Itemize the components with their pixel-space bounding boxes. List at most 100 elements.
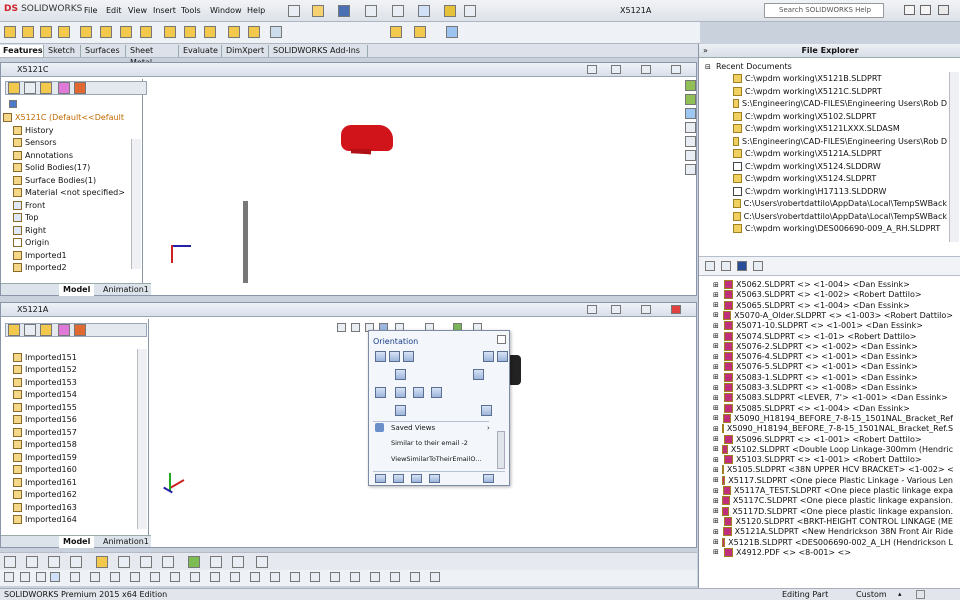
vault-file-row[interactable]: ⊞ X5096.SLDPRT <> <1-001> <Robert Dattilo…: [713, 434, 953, 444]
view-front-icon[interactable]: [375, 351, 386, 362]
expand-icon[interactable]: ⊞: [713, 548, 721, 556]
vault-file-row[interactable]: ⊞ X5071-10.SLDPRT <> <1-001> <Dan Essink>: [713, 321, 953, 331]
vault-file-row[interactable]: ⊞ X5121B.SLDPRT <DES006690-002_A_LH (Hend…: [713, 537, 953, 547]
normal-to-icon[interactable]: [481, 405, 492, 416]
tree-item-material[interactable]: Material <not specified>: [13, 186, 125, 198]
sweep-icon[interactable]: [40, 26, 52, 38]
view-back-side-icon[interactable]: [431, 387, 442, 398]
vault-file-row[interactable]: ⊞ X5117C.SLDPRT <One piece plastic linkag…: [713, 496, 953, 506]
two-view-horizontal-icon[interactable]: [393, 474, 404, 483]
vault-file-row[interactable]: ⊞ X5083-1.SLDPRT <> <1-001> <Dan Essink>: [713, 372, 953, 382]
recent-item[interactable]: C:\Users\robertdattilo\AppData\Local\Tem…: [733, 212, 947, 221]
vault-file-row[interactable]: ⊞ X5117.SLDPRT <One piece Plastic Linkage…: [713, 475, 953, 485]
viewport-top-maximize-icon[interactable]: [641, 65, 651, 74]
expand-icon[interactable]: ⊞: [713, 373, 721, 381]
viewport-bottom-restore-icon[interactable]: [611, 305, 621, 314]
expand-icon[interactable]: ⊞: [713, 414, 720, 422]
units-chevron-icon[interactable]: ▴: [898, 590, 902, 598]
menu-tools[interactable]: Tools: [181, 6, 201, 15]
open-document-icon[interactable]: [312, 5, 324, 17]
expand-icon[interactable]: ⊞: [713, 404, 721, 412]
vault-file-row[interactable]: ⊞ X5076-4.SLDPRT <> <1-001> <Dan Essink>: [713, 352, 953, 362]
tree-item-imported159[interactable]: Imported159: [13, 451, 77, 463]
vault-file-row[interactable]: ⊞ X5076-5.SLDPRT <> <1-001> <Dan Essink>: [713, 362, 953, 372]
rebuild-icon[interactable]: [444, 5, 456, 17]
loft-icon[interactable]: [58, 26, 70, 38]
new-document-icon[interactable]: [288, 5, 300, 17]
expand-icon[interactable]: ⊞: [713, 384, 721, 392]
menu-view[interactable]: View: [128, 6, 147, 15]
shell-icon[interactable]: [204, 26, 216, 38]
recent-item[interactable]: C:\wpdm working\X5102.SLDPRT: [733, 112, 947, 121]
filter-icon[interactable]: [9, 99, 17, 108]
tree-item-top-plane[interactable]: Top: [13, 211, 39, 223]
extruded-cut-icon[interactable]: [80, 26, 92, 38]
tab-addins[interactable]: SOLIDWORKS Add-Ins: [270, 45, 368, 57]
menu-insert[interactable]: Insert: [153, 6, 176, 15]
menu-edit[interactable]: Edit: [106, 6, 122, 15]
rebuild-status-icon[interactable]: [916, 590, 925, 599]
manager-tabs-bottom[interactable]: [5, 323, 147, 337]
pin-icon[interactable]: [483, 351, 494, 362]
tree-item-imported153[interactable]: Imported153: [13, 376, 77, 388]
viewport-bottom-close-icon[interactable]: [671, 305, 681, 314]
tree-item-imported162[interactable]: Imported162: [13, 488, 77, 500]
maximize-button[interactable]: [920, 5, 931, 15]
orientation-scrollbar[interactable]: [497, 431, 505, 469]
save-icon[interactable]: [338, 5, 350, 17]
saved-views-label[interactable]: Saved Views: [391, 424, 435, 432]
options-icon[interactable]: [464, 5, 476, 17]
view-right-side-icon[interactable]: [413, 387, 424, 398]
extruded-boss-icon[interactable]: [4, 26, 16, 38]
recent-item[interactable]: C:\wpdm working\H17113.SLDDRW: [733, 187, 947, 196]
vault-file-row[interactable]: ⊞ X5076-2.SLDPRT <> <1-002> <Dan Essink>: [713, 341, 953, 351]
vault-file-list[interactable]: ⊞ X5062.SLDPRT <> <1-004> <Dan Essink> ⊞ X5…: [713, 280, 953, 586]
expand-icon[interactable]: ⊞: [713, 456, 721, 464]
status-units[interactable]: Custom: [856, 590, 887, 599]
vault-file-row[interactable]: ⊞ X5062.SLDPRT <> <1-004> <Dan Essink>: [713, 280, 953, 289]
orientation-close-icon[interactable]: [497, 335, 506, 344]
tree-item-imported155[interactable]: Imported155: [13, 401, 77, 413]
expand-icon[interactable]: ⊞: [713, 466, 719, 474]
tree-item-imported160[interactable]: Imported160: [13, 463, 77, 475]
tree-item-imported2[interactable]: Imported2: [13, 261, 67, 273]
tree-item-imported156[interactable]: Imported156: [13, 413, 77, 425]
saved-view-2[interactable]: ViewSimilarToTheirEmailO...: [391, 455, 481, 463]
viewport-top-minimize-icon[interactable]: [587, 65, 597, 74]
four-view-icon[interactable]: [429, 474, 440, 483]
vault-file-row[interactable]: ⊞ X5117A_TEST.SLDPRT <One piece plastic l…: [713, 486, 953, 495]
tree-item-imported151[interactable]: Imported151: [13, 351, 77, 363]
tree-bottom-scrollbar[interactable]: [137, 349, 147, 529]
two-view-vertical-icon[interactable]: [411, 474, 422, 483]
vault-file-row[interactable]: ⊞ X5117D.SLDPRT <One piece plastic linkag…: [713, 506, 953, 516]
tab-model-top[interactable]: Model: [59, 284, 95, 296]
link-views-icon[interactable]: [483, 474, 494, 483]
recent-item[interactable]: C:\wpdm working\X5121B.SLDPRT: [733, 74, 947, 83]
tree-item-surface-bodies[interactable]: Surface Bodies(1): [13, 174, 96, 186]
reference-geometry-icon[interactable]: [270, 26, 282, 38]
linear-pattern-icon[interactable]: [164, 26, 176, 38]
white-geometry-bottom[interactable]: [323, 407, 365, 477]
recent-scrollbar[interactable]: [949, 72, 959, 242]
expand-icon[interactable]: ⊞: [713, 507, 719, 515]
tree-item-origin[interactable]: Origin: [13, 236, 49, 248]
view-back-icon[interactable]: [389, 351, 400, 362]
viewport-top-restore-icon[interactable]: [611, 65, 621, 74]
feature-tree-bottom[interactable]: Imported151 Imported152 Imported153 Impo…: [1, 319, 149, 547]
viewport-top[interactable]: X5121C X5121C (Default<<Default History …: [0, 62, 697, 296]
recent-item[interactable]: C:\Users\robertdattilo\AppData\Local\Tem…: [733, 199, 947, 208]
recent-item[interactable]: S:\Engineering\CAD-FILES\Engineering Use…: [733, 137, 947, 146]
app-logo[interactable]: DS SOLIDWORKS: [4, 4, 82, 14]
recent-item[interactable]: C:\wpdm working\X5124.SLDPRT: [733, 174, 947, 183]
tree-item-imported163[interactable]: Imported163: [13, 501, 77, 513]
vault-file-row[interactable]: ⊞ X5090_H18194_BEFORE_7-8-15_1501NAL_Brac…: [713, 413, 953, 423]
vault-file-row[interactable]: ⊞ X5120.SLDPRT <BRKT-HEIGHT CONTROL LINKA…: [713, 516, 953, 526]
new-view-icon[interactable]: [497, 351, 508, 362]
tree-item-imported152[interactable]: Imported152: [13, 363, 77, 375]
expand-icon[interactable]: ⊞: [713, 353, 721, 361]
expand-icon[interactable]: ⊞: [713, 394, 721, 402]
expand-icon[interactable]: ⊞: [713, 301, 721, 309]
vault-file-row[interactable]: ⊞ X4912.PDF <> <8-001> <>: [713, 547, 953, 557]
viewport-top-close-icon[interactable]: [671, 65, 681, 74]
tree-item-sensors[interactable]: Sensors: [13, 136, 57, 148]
